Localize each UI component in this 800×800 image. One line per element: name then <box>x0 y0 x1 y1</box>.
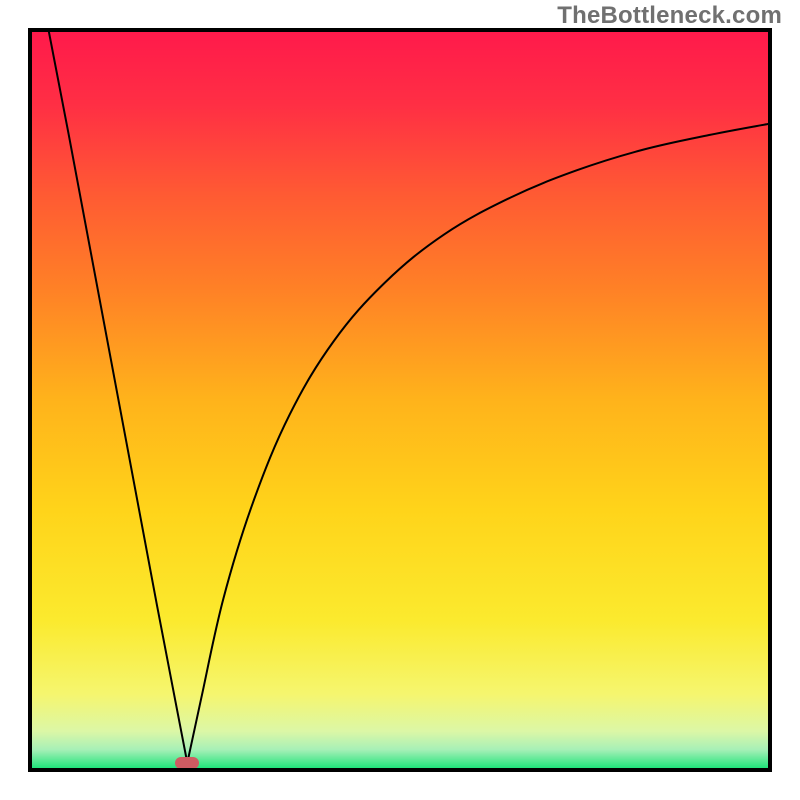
plot-svg <box>32 32 768 768</box>
optimum-marker <box>175 757 199 768</box>
plot-area <box>32 32 768 768</box>
watermark-text: TheBottleneck.com <box>557 2 782 30</box>
background-gradient <box>32 32 768 768</box>
chart-canvas: TheBottleneck.com <box>0 0 800 800</box>
plot-frame <box>28 28 772 772</box>
